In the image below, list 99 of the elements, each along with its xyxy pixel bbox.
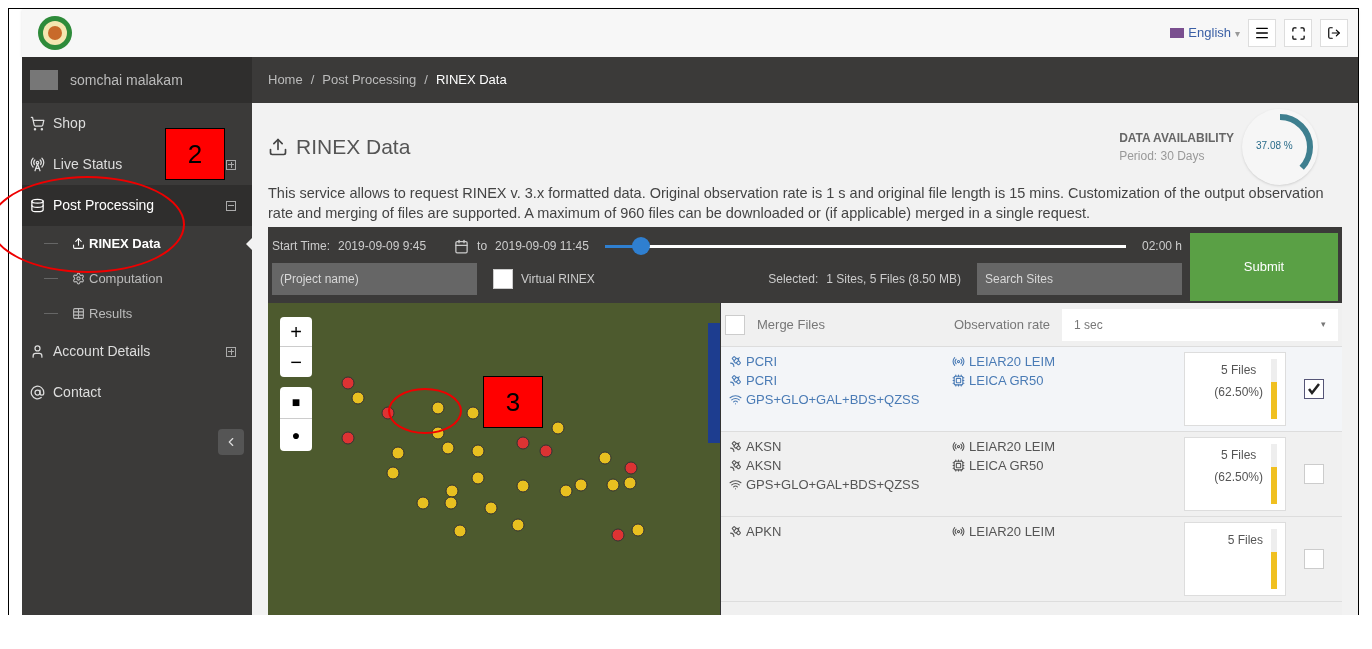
fullscreen-button[interactable] <box>1284 19 1312 47</box>
zoom-in-button[interactable]: + <box>280 317 312 347</box>
breadcrumb-separator: / <box>424 71 428 90</box>
annotation-label: 2 <box>165 128 225 180</box>
antenna-icon <box>952 440 965 453</box>
antenna-type: LEIAR20 LEIM <box>969 438 1055 456</box>
database-icon <box>30 198 45 213</box>
duration-value: 02:00 h <box>1141 238 1182 255</box>
site-row[interactable]: PCRI PCRI GPS+GLO+GAL+BDS+QZSS LEIAR20 LEIM LEICA GR50 5 Files (62.50%) <box>721 347 1342 432</box>
to-label: to <box>477 238 488 255</box>
logout-button[interactable] <box>1320 19 1348 47</box>
checkmark-icon <box>1307 382 1321 396</box>
slider-thumb[interactable] <box>632 237 651 255</box>
antenna-type: LEIAR20 LEIM <box>969 523 1055 541</box>
files-percent: (62.50%) <box>1214 384 1263 401</box>
signal-icon <box>729 478 742 491</box>
satellite-icon <box>729 374 742 387</box>
gnss-systems: GPS+GLO+GAL+BDS+QZSS <box>746 476 920 494</box>
files-percent: (62.50%) <box>1214 469 1263 486</box>
upload-icon <box>72 237 85 250</box>
tower-icon <box>30 157 45 172</box>
marker-name: AKSN <box>746 457 782 475</box>
signal-icon <box>729 393 742 406</box>
selected-label: Selected: <box>768 271 819 288</box>
selected-summary: 1 Sites, 5 Files (8.50 MB) <box>826 271 961 288</box>
sidebar-subitem[interactable]: Computation <box>68 268 167 289</box>
logout-icon <box>1327 26 1341 40</box>
draw-rectangle-button[interactable]: ■ <box>280 387 312 419</box>
receiver-type: LEICA GR50 <box>969 457 1044 475</box>
flag-icon <box>1170 28 1185 38</box>
sidebar-item[interactable]: Contact <box>26 382 106 403</box>
availability-period: Period: 30 Days <box>1119 148 1206 165</box>
caret-icon: ▾ <box>1235 25 1240 41</box>
collapse-sidebar-button[interactable] <box>218 429 244 455</box>
virtual-rinex-checkbox[interactable] <box>493 269 513 289</box>
project-name-field[interactable]: (Project name) <box>272 263 477 295</box>
expand-icon <box>1290 25 1306 41</box>
satellite-icon <box>729 440 742 453</box>
observation-rate-label: Observation rate <box>953 315 1050 334</box>
availability-title: DATA AVAILABILITY <box>1119 130 1234 147</box>
upload-icon <box>268 137 288 157</box>
description-text: This service allows to request RINEX v. 3.x formatted data. Original observation rate is 1 s and original file length is 15 mins. Customization of the output observation rate and merging of files are supported. A maximum of 960 files can be downloaded or (if applicable) merged in a single request. <box>267 184 1325 223</box>
duration-slider[interactable] <box>604 237 1126 255</box>
sidebar-subitem[interactable]: Results <box>68 303 137 324</box>
breadcrumb-link[interactable]: Post Processing <box>322 70 417 90</box>
draw-circle-button[interactable]: ● <box>280 419 312 451</box>
at-icon <box>30 385 45 400</box>
caret-icon: ▾ <box>1321 317 1326 332</box>
sidebar-subitem[interactable]: RINEX Data <box>68 233 165 254</box>
zoom-out-button[interactable]: − <box>280 347 312 377</box>
menu-button[interactable] <box>1248 19 1276 47</box>
antenna-icon <box>952 525 965 538</box>
virtual-rinex-label: Virtual RINEX <box>521 271 595 288</box>
page-title: RINEX Data <box>296 134 411 161</box>
sidebar-item[interactable]: Shop <box>26 113 90 134</box>
menu-icon <box>1254 25 1270 41</box>
receiver-type: LEICA GR50 <box>969 372 1044 390</box>
satellite-icon <box>729 355 742 368</box>
expand-icon[interactable] <box>226 159 236 170</box>
sidebar-item[interactable]: Account Details <box>26 341 155 362</box>
station-name: APKN <box>746 523 782 541</box>
files-count: 5 Files <box>1227 532 1263 549</box>
end-time-value: 2019-09-09 11:45 <box>495 238 589 255</box>
satellite-icon <box>729 525 742 538</box>
breadcrumb-separator: / <box>310 71 315 90</box>
cart-icon <box>30 116 45 131</box>
station-name: AKSN <box>746 438 782 456</box>
station-name: PCRI <box>746 353 778 371</box>
breadcrumb-link[interactable]: RINEX Data <box>435 70 507 90</box>
start-time-value: 2019-09-09 9:45 <box>338 238 427 255</box>
files-count: 5 Files <box>1220 447 1257 464</box>
sidebar-item[interactable]: Live Status <box>26 154 127 175</box>
search-sites-field[interactable]: Search Sites <box>977 263 1182 295</box>
sidebar-item[interactable]: Post Processing <box>26 195 159 216</box>
gauge-reading: 37.08 % <box>1256 139 1293 153</box>
start-time-label: Start Time: <box>272 238 330 255</box>
expand-icon[interactable] <box>226 346 236 357</box>
files-count: 5 Files <box>1220 362 1257 379</box>
receiver-icon <box>952 374 965 387</box>
merge-files-label: Merge Files <box>757 315 825 334</box>
emblem-logo <box>36 14 74 52</box>
site-checkbox[interactable] <box>1304 379 1324 399</box>
table-icon <box>72 307 85 320</box>
gear-icon <box>72 272 85 285</box>
avatar-photo-placeholder <box>30 70 58 90</box>
receiver-icon <box>952 459 965 472</box>
collapse-icon[interactable] <box>226 200 236 211</box>
gnss-systems: GPS+GLO+GAL+BDS+QZSS <box>746 391 920 409</box>
user-icon <box>30 344 45 359</box>
merge-files-checkbox[interactable] <box>725 314 745 335</box>
language-selector[interactable]: English <box>1188 23 1231 43</box>
observation-rate-select[interactable]: 1 sec ▾ <box>1062 308 1338 341</box>
breadcrumb-link[interactable]: Home <box>268 70 303 90</box>
annotation-label: 3 <box>483 376 543 428</box>
marker-name: PCRI <box>746 372 778 390</box>
antenna-icon <box>952 355 965 368</box>
satellite-icon <box>729 459 742 472</box>
calendar-icon[interactable] <box>454 238 470 254</box>
antenna-type: LEIAR20 LEIM <box>969 353 1055 371</box>
